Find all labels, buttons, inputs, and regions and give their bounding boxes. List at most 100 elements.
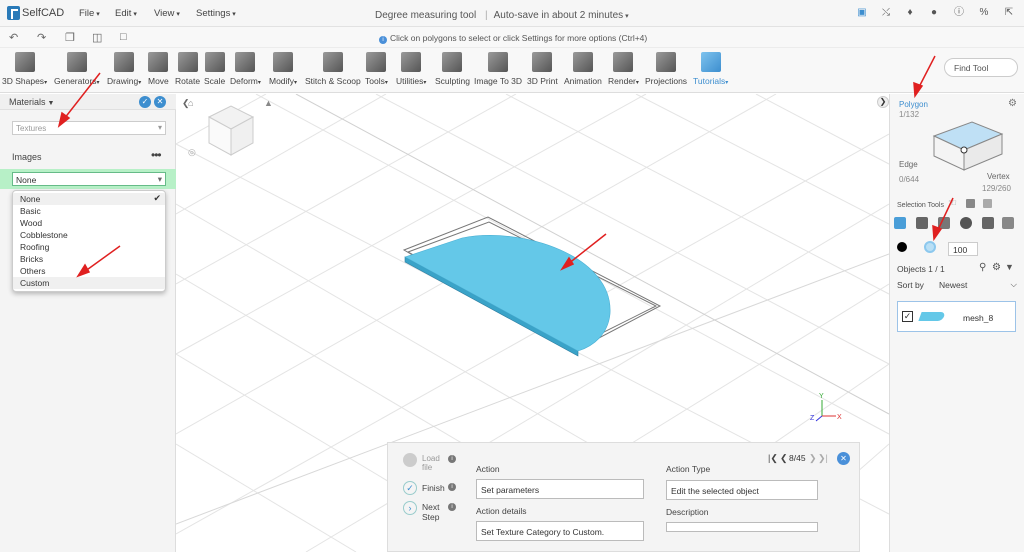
confirm-check-icon[interactable]: ✓ (139, 96, 151, 108)
brush-size-input[interactable]: 100 (948, 242, 978, 256)
tool-sculpting[interactable]: Sculpting (435, 52, 470, 86)
sort-select[interactable]: Newest ⌵ (933, 277, 1019, 293)
dropdown-option-custom[interactable]: Custom (13, 277, 165, 289)
description-field[interactable] (666, 522, 818, 532)
step-next-step[interactable]: Next Step (422, 502, 444, 522)
dropdown-option-others[interactable]: Others (13, 265, 165, 277)
tool-animation[interactable]: Animation (564, 52, 602, 86)
redo-icon[interactable]: ↷ (37, 31, 46, 44)
last-page-icon[interactable]: ❯| (818, 453, 828, 464)
paint-select-icon[interactable]: ☜ (948, 198, 957, 209)
images-select[interactable]: None (12, 172, 166, 186)
camera-view-icon[interactable]: ▲ (264, 98, 273, 108)
menu-edit[interactable]: Edit (115, 8, 137, 19)
home-view-icon[interactable]: ⌂ (188, 98, 193, 108)
tool-generators[interactable]: Generators (54, 52, 100, 86)
tool-modify[interactable]: Modify (269, 52, 297, 86)
tool-deform[interactable]: Deform (230, 52, 261, 86)
materials-panel: Materials ✓ ✕ Textures Images ••• None N… (0, 94, 176, 552)
copy-icon[interactable]: ❐ (65, 31, 75, 44)
load-file-icon[interactable] (403, 453, 417, 467)
delete-icon[interactable]: ◫ (92, 31, 102, 44)
share-icon[interactable]: ⤯ (880, 7, 892, 19)
finish-check-icon[interactable]: ✓ (403, 481, 417, 495)
fullscreen-icon[interactable]: ⇱ (1003, 7, 1015, 19)
tool-drawing[interactable]: Drawing (107, 52, 141, 86)
dropdown-option-none[interactable]: None ✔ (13, 193, 165, 205)
select-box-icon[interactable] (894, 217, 906, 229)
document-title[interactable]: Degree measuring tool (375, 10, 476, 21)
menu-view[interactable]: View (154, 8, 180, 19)
select-ring-icon[interactable] (1002, 217, 1014, 229)
tool-tutorials[interactable]: Tutorials (693, 52, 728, 86)
tool-utilities[interactable]: Utilities (396, 52, 426, 86)
step-info-icon[interactable]: i (448, 455, 456, 463)
units-toggle-icon[interactable]: % (978, 7, 990, 19)
menu-settings[interactable]: Settings (196, 8, 236, 19)
edge-label[interactable]: Edge (899, 160, 918, 169)
next-page-icon[interactable]: ❯ (809, 453, 817, 464)
tool-render[interactable]: Render (608, 52, 639, 86)
finish-info-icon[interactable]: i (448, 483, 456, 491)
tool-3d-shapes[interactable]: 3D Shapes (2, 52, 47, 86)
save-icon[interactable]: ▣ (856, 7, 868, 19)
first-page-icon[interactable]: |❮ (768, 453, 778, 464)
tool-rotate[interactable]: Rotate (175, 52, 200, 86)
object-options-chevron-icon[interactable]: ▼ (1005, 262, 1014, 272)
expand-right-icon[interactable]: ❯ (877, 96, 889, 108)
action-type-field[interactable]: Edit the selected object (666, 480, 818, 500)
mesh-object[interactable] (404, 235, 611, 357)
tool-scale[interactable]: Scale (204, 52, 225, 86)
dropdown-option-bricks[interactable]: Bricks (13, 253, 165, 265)
tool-image-to-3d[interactable]: Image To 3D (474, 52, 522, 86)
next-info-icon[interactable]: i (448, 503, 456, 511)
select-all-icon[interactable] (966, 199, 975, 208)
dropdown-option-basic[interactable]: Basic (13, 205, 165, 217)
tool-projections[interactable]: Projections (645, 52, 687, 86)
user-account-icon[interactable]: ● (928, 7, 940, 19)
object-list-item[interactable]: ✓ mesh_8 (897, 301, 1016, 332)
search-icon[interactable]: ⚲ (979, 262, 986, 273)
info-icon[interactable]: ⓘ (953, 7, 965, 19)
tool-tools[interactable]: Tools (365, 52, 388, 86)
object-settings-gear-icon[interactable]: ⚙ (992, 262, 1001, 273)
3d-viewport[interactable]: ❮ ⌂ ▲ ◎ Y X Z Load file i ✓ Finish i › N… (176, 94, 889, 552)
prev-page-icon[interactable]: ❮ (780, 453, 788, 464)
select-loop-icon[interactable] (982, 217, 994, 229)
close-icon[interactable]: ✕ (154, 96, 166, 108)
selection-mode[interactable]: Polygon (899, 100, 928, 109)
autosave-status[interactable]: Auto-save in about 2 minutes (485, 10, 629, 21)
dropdown-option-roofing[interactable]: Roofing (13, 241, 165, 253)
view-cube[interactable] (207, 105, 255, 156)
next-step-chevron-icon[interactable]: › (403, 501, 417, 515)
select-lasso-icon[interactable] (938, 217, 950, 229)
object-checkbox[interactable]: ✓ (902, 311, 913, 322)
undo-icon[interactable]: ↶ (9, 31, 18, 44)
select-none-icon[interactable] (983, 199, 992, 208)
brush-soft-icon[interactable] (924, 241, 936, 253)
find-tool-input[interactable]: Find Tool (944, 58, 1018, 77)
selection-mode-cube-icon[interactable] (930, 108, 1010, 178)
dropdown-option-cobblestone[interactable]: Cobblestone (13, 229, 165, 241)
panel-title[interactable]: Materials (9, 97, 54, 107)
textures-select[interactable]: Textures (12, 121, 166, 135)
light-bulb-icon[interactable]: ◎ (188, 147, 196, 157)
more-options-icon[interactable]: ••• (151, 148, 162, 162)
menu-file[interactable]: File (79, 8, 100, 19)
notification-bell-icon[interactable]: ♦ (904, 7, 916, 19)
dropdown-option-wood[interactable]: Wood (13, 217, 165, 229)
tool-stitch-scoop[interactable]: Stitch & Scoop (305, 52, 361, 86)
action-field[interactable]: Set parameters (476, 479, 644, 499)
step-load-file[interactable]: Load file (422, 454, 444, 472)
action-details-field[interactable]: Set Texture Category to Custom. (476, 521, 644, 541)
select-geodesic-icon[interactable] (960, 217, 972, 229)
close-instructions-icon[interactable]: ✕ (837, 452, 850, 465)
snapshot-icon[interactable]: □ (120, 31, 127, 43)
select-sphere-icon[interactable] (916, 217, 928, 229)
app-logo[interactable]: SelfCAD (7, 6, 64, 20)
vertex-label[interactable]: Vertex (987, 172, 1010, 181)
brush-solid-icon[interactable] (897, 242, 907, 252)
tool-3d-print[interactable]: 3D Print (527, 52, 558, 86)
step-finish[interactable]: Finish (422, 483, 445, 493)
tool-move[interactable]: Move (148, 52, 169, 86)
